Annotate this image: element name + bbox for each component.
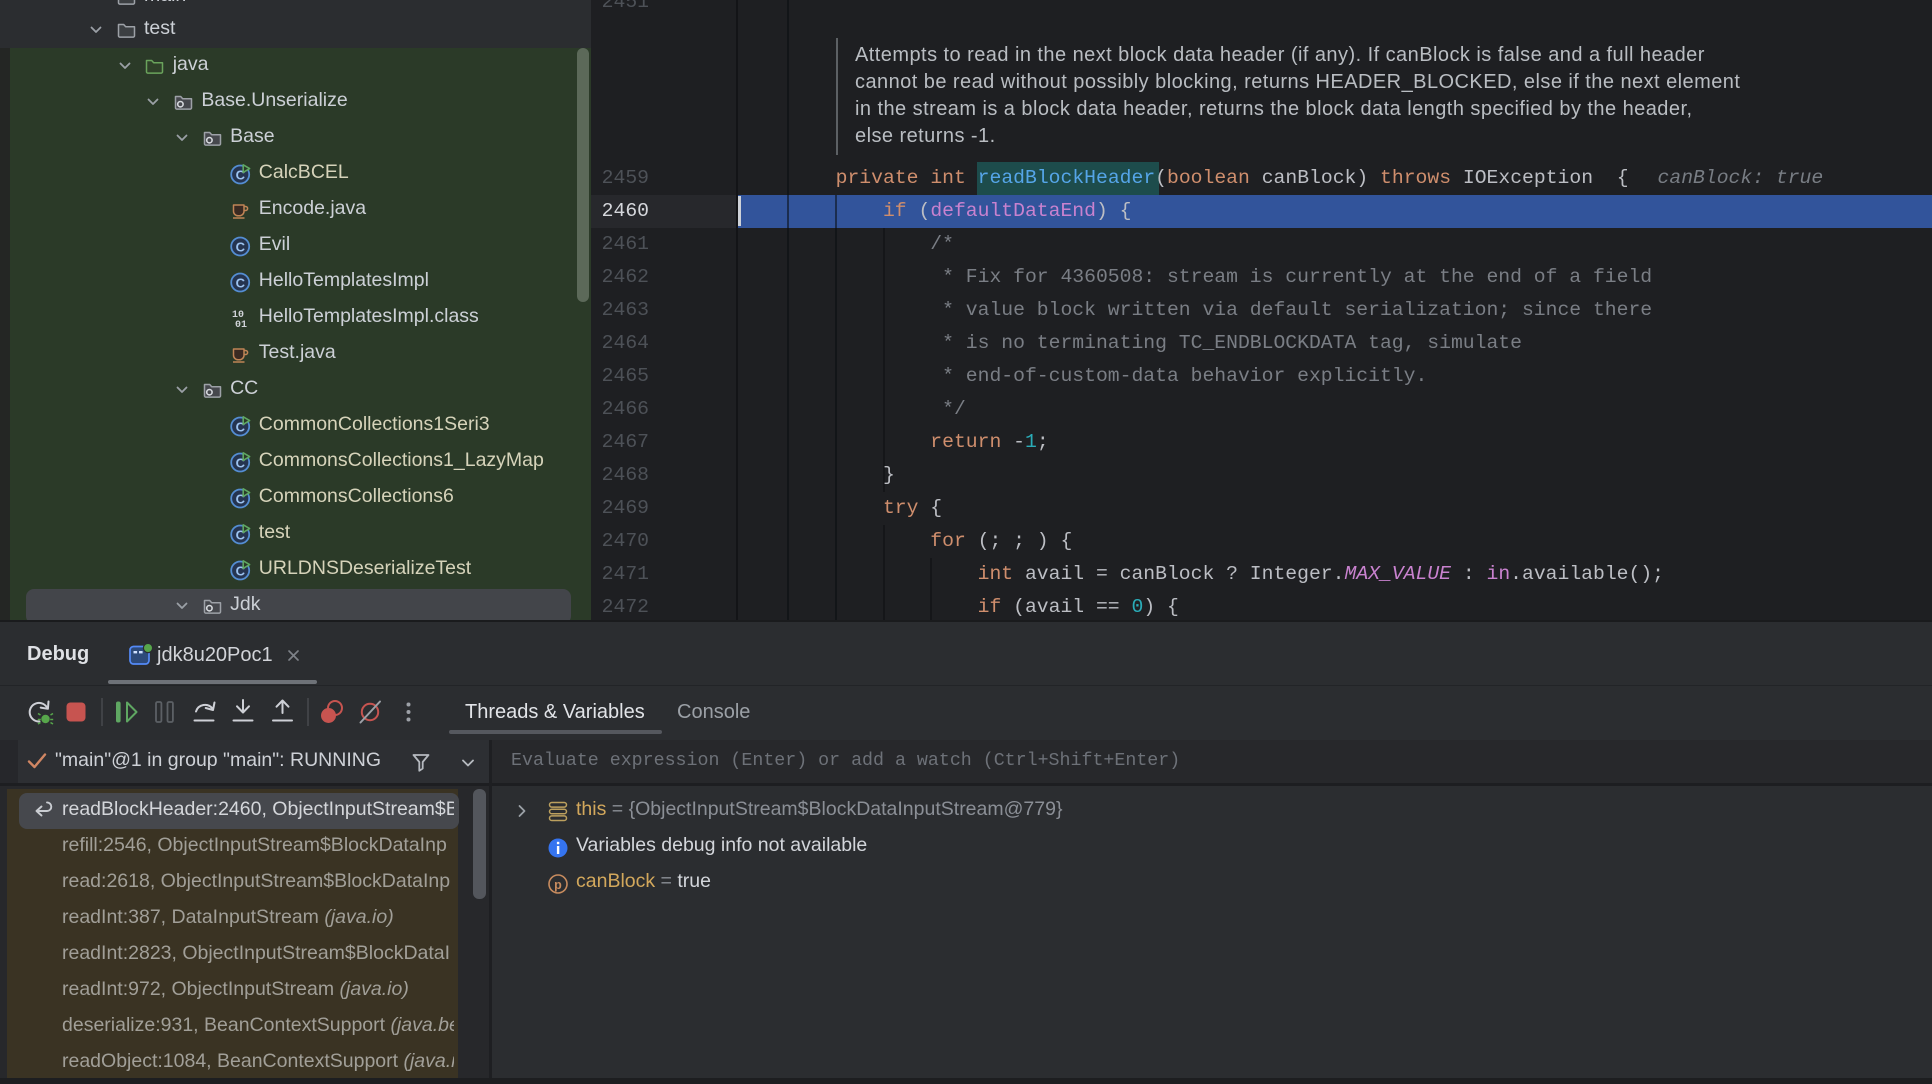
svg-text:C: C	[236, 276, 246, 291]
svg-text:p: p	[554, 878, 562, 892]
svg-text:01: 01	[235, 320, 247, 328]
svg-text:C: C	[236, 240, 246, 255]
